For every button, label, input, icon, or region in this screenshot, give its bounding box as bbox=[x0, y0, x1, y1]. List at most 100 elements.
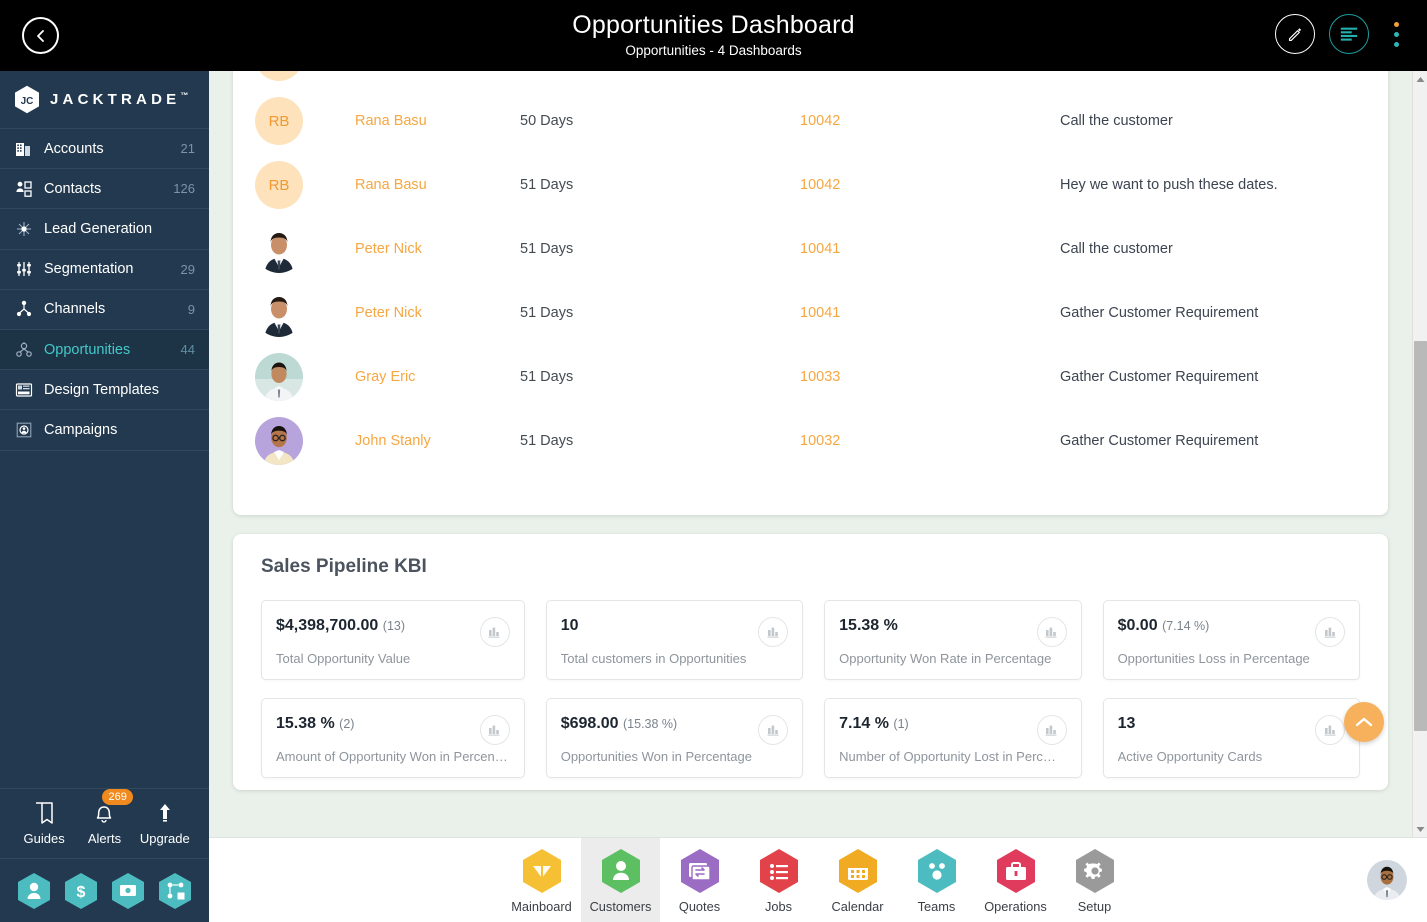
operations-hex-icon bbox=[996, 848, 1035, 893]
quick-action-label: Upgrade bbox=[139, 831, 190, 846]
row-number[interactable]: 10041 bbox=[800, 281, 1060, 345]
bottom-nav-label: Mainboard bbox=[511, 898, 572, 914]
kpi-value: $698.00 (15.38 %) bbox=[560, 715, 678, 732]
row-name[interactable]: Rana Basu bbox=[355, 153, 520, 217]
bottom-nav-quotes[interactable]: Quotes bbox=[660, 838, 739, 922]
row-avatar-cell bbox=[233, 217, 355, 281]
jobs-hex-icon bbox=[759, 848, 798, 893]
row-days: 51 Days bbox=[520, 241, 574, 257]
sidebar-item-design-templates[interactable]: Design Templates bbox=[0, 370, 209, 411]
dollar-hex-button[interactable]: $ bbox=[64, 872, 98, 910]
row-note: Gather Customer Requirement bbox=[1060, 71, 1388, 89]
kpi-subvalue: (2) bbox=[339, 717, 355, 731]
row-name[interactable]: John Stanly bbox=[355, 409, 520, 473]
kpi-card-opportunity-lost[interactable]: 7.14 % (1) Number of Opportunity Lost in… bbox=[824, 698, 1082, 778]
upgrade-button[interactable]: Upgrade bbox=[135, 801, 195, 846]
bar-chart-icon[interactable] bbox=[758, 715, 789, 745]
row-name[interactable]: Rana Basu bbox=[355, 89, 520, 153]
bar-chart-icon[interactable] bbox=[1036, 715, 1067, 745]
kbi-grid: $4,398,700.00 (13) Total Opportunity Val… bbox=[257, 600, 1364, 778]
kpi-label: Number of Opportunity Lost in Perc… bbox=[839, 749, 1056, 764]
row-name[interactable]: Gray Eric bbox=[355, 345, 520, 409]
row-name[interactable]: Peter Nick bbox=[355, 217, 520, 281]
back-button[interactable] bbox=[22, 17, 59, 54]
sidebar-item-count: 9 bbox=[187, 301, 195, 317]
bottom-nav-operations[interactable]: Operations bbox=[976, 838, 1055, 922]
table-row[interactable]: RB Rana Basu 50 Days 10042 Call the cust… bbox=[233, 89, 1388, 153]
scrollbar-thumb[interactable] bbox=[1414, 341, 1427, 731]
bottom-nav-label: Customers bbox=[589, 898, 652, 914]
row-note: Call the customer bbox=[1060, 113, 1173, 129]
scrollbar-up-arrow[interactable] bbox=[1413, 71, 1427, 87]
caret-up-icon bbox=[1416, 76, 1425, 82]
bar-chart-icon[interactable] bbox=[758, 617, 789, 647]
alerts-button[interactable]: 269 Alerts bbox=[74, 789, 134, 846]
table-row[interactable]: Peter Nick 51 Days 10041 Call the custom… bbox=[233, 217, 1388, 281]
row-number[interactable]: 10042 bbox=[800, 89, 1060, 153]
table-row[interactable]: Gray Eric 51 Days 10033 Gather Customer … bbox=[233, 345, 1388, 409]
kpi-card-opportunity-won-rate[interactable]: 15.38 % Opportunity Won Rate in Percenta… bbox=[824, 600, 1082, 680]
avatar: RB bbox=[255, 97, 303, 145]
sidebar-item-lead-generation[interactable]: Lead Generation bbox=[0, 209, 209, 250]
vertical-scrollbar[interactable] bbox=[1412, 71, 1427, 837]
user-avatar[interactable] bbox=[1367, 860, 1407, 900]
sidebar-item-accounts[interactable]: Accounts 21 bbox=[0, 129, 209, 170]
row-number[interactable]: 10033 bbox=[800, 345, 1060, 409]
table-row[interactable]: John Stanly 51 Days 10032 Gather Custome… bbox=[233, 409, 1388, 473]
person-hex-button[interactable] bbox=[17, 872, 51, 910]
kpi-card-active-opportunity-cards[interactable]: 13 Active Opportunity Cards bbox=[1102, 698, 1360, 778]
table-row[interactable]: RB Rana Basu 50 Days 10042 Gather Custom… bbox=[233, 71, 1388, 89]
brand-logo[interactable]: JC JACKTRADE™ bbox=[0, 71, 209, 129]
sidebar-item-channels[interactable]: Channels 9 bbox=[0, 290, 209, 330]
arrow-up-icon bbox=[159, 804, 170, 822]
bottom-nav-mainboard[interactable]: Mainboard bbox=[502, 838, 581, 922]
brand-trademark: ™ bbox=[180, 91, 189, 100]
kpi-card-opportunities-won[interactable]: $698.00 (15.38 %) Opportunities Won in P… bbox=[545, 698, 804, 778]
bar-chart-icon[interactable] bbox=[1315, 715, 1345, 745]
avatar bbox=[255, 289, 303, 337]
bar-chart-icon[interactable] bbox=[479, 617, 510, 647]
more-options-button[interactable] bbox=[1383, 14, 1409, 54]
edit-button[interactable] bbox=[1275, 14, 1315, 54]
person-hex-icon bbox=[17, 872, 50, 909]
table-row[interactable]: RB Rana Basu 51 Days 10042 Hey we want t… bbox=[233, 153, 1388, 217]
kpi-card-opportunities-loss[interactable]: $0.00 (7.14 %) Opportunities Loss in Per… bbox=[1102, 600, 1360, 680]
scrollbar-down-arrow[interactable] bbox=[1413, 821, 1427, 837]
row-name[interactable]: Rana Basu bbox=[355, 71, 520, 89]
sidebar-item-label: Channels bbox=[44, 301, 106, 318]
row-number[interactable]: 10032 bbox=[800, 409, 1060, 473]
scroll-to-top-button[interactable] bbox=[1344, 702, 1384, 742]
row-number[interactable]: 10042 bbox=[800, 71, 1060, 89]
kpi-card-total-opportunity-value[interactable]: $4,398,700.00 (13) Total Opportunity Val… bbox=[261, 600, 525, 680]
sidebar-item-segmentation[interactable]: Segmentation 29 bbox=[0, 250, 209, 290]
network-hex-button[interactable] bbox=[158, 872, 192, 910]
bottom-nav-setup[interactable]: Setup bbox=[1055, 838, 1134, 922]
opportunities-table: RB Rana Basu 50 Days 10042 Gather Custom… bbox=[233, 71, 1388, 473]
calendar-hex-icon bbox=[838, 848, 877, 893]
row-name[interactable]: Peter Nick bbox=[355, 281, 520, 345]
row-number[interactable]: 10041 bbox=[800, 217, 1060, 281]
kpi-card-amount-opportunity-won[interactable]: 15.38 % (2) Amount of Opportunity Won in… bbox=[261, 698, 525, 778]
kpi-subvalue: (1) bbox=[893, 717, 909, 731]
bottom-nav-customers[interactable]: Customers bbox=[581, 837, 660, 922]
guides-button[interactable]: Guides bbox=[14, 801, 74, 846]
jacktrade-hex-logo-icon: JC bbox=[15, 85, 39, 114]
table-row[interactable]: Peter Nick 51 Days 10041 Gather Customer… bbox=[233, 281, 1388, 345]
list-view-button[interactable] bbox=[1329, 14, 1369, 54]
row-number[interactable]: 10042 bbox=[800, 153, 1060, 217]
money-transfer-hex-button[interactable] bbox=[111, 872, 145, 910]
bottom-nav-calendar[interactable]: Calendar bbox=[818, 838, 897, 922]
bottom-nav-jobs[interactable]: Jobs bbox=[739, 838, 818, 922]
kpi-card-total-customers[interactable]: 10 Total customers in Opportunities bbox=[545, 600, 804, 680]
kpi-subvalue: (7.14 %) bbox=[1162, 619, 1210, 633]
bottom-nav-teams[interactable]: Teams bbox=[897, 838, 976, 922]
sidebar-item-contacts[interactable]: Contacts 126 bbox=[0, 169, 209, 210]
sidebar-item-campaigns[interactable]: Campaigns bbox=[0, 410, 209, 451]
list-lines-icon bbox=[1340, 27, 1358, 41]
bar-chart-icon[interactable] bbox=[479, 715, 510, 745]
bar-chart-icon[interactable] bbox=[1036, 617, 1067, 647]
bar-chart-icon[interactable] bbox=[1315, 617, 1345, 647]
bottom-nav-label: Quotes bbox=[678, 898, 721, 914]
sidebar-item-opportunities[interactable]: Opportunities 44 bbox=[0, 329, 209, 371]
campaigns-icon bbox=[14, 420, 33, 439]
